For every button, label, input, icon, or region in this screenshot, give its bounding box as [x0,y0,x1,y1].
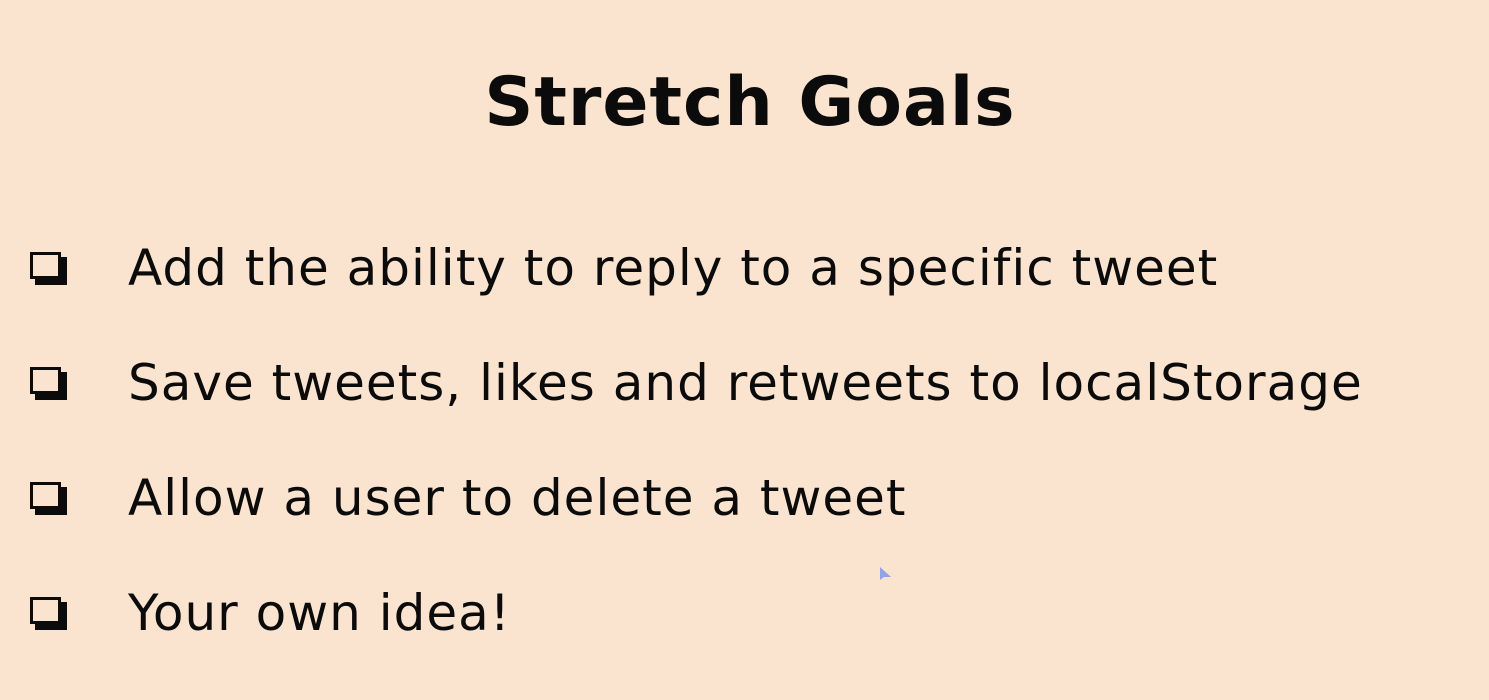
checkbox-icon [30,482,67,515]
goal-text: Add the ability to reply to a specific t… [128,239,1219,297]
goal-item: Allow a user to delete a tweet [0,462,1489,534]
goal-item: Your own idea! [0,577,1489,649]
slide: Stretch Goals Add the ability to reply t… [0,0,1489,700]
goal-item: Save tweets, likes and retweets to local… [0,347,1489,419]
checkbox-icon [30,252,67,285]
mouse-pointer-icon [880,567,891,580]
goal-text: Allow a user to delete a tweet [128,469,907,527]
goal-text: Your own idea! [128,584,511,642]
checkbox-icon [30,597,67,630]
checkbox-icon [30,367,67,400]
goal-list: Add the ability to reply to a specific t… [0,0,1489,700]
goal-text: Save tweets, likes and retweets to local… [128,354,1363,412]
goal-item: Add the ability to reply to a specific t… [0,232,1489,304]
